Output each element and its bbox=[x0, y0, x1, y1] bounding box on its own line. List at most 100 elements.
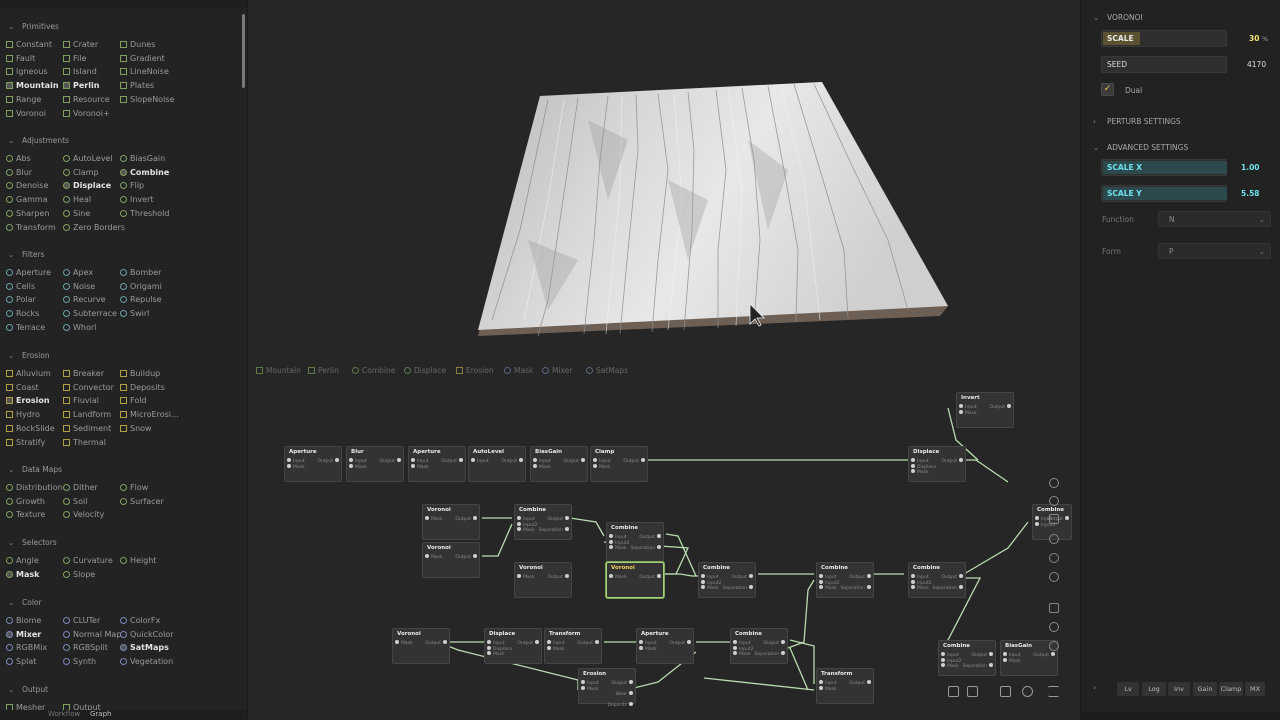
node-output-port[interactable]: Output bbox=[317, 458, 339, 464]
library-item[interactable]: File bbox=[63, 54, 86, 64]
library-item[interactable]: Polar bbox=[6, 295, 36, 305]
library-item[interactable]: Mountain bbox=[6, 81, 59, 91]
library-item[interactable]: SlopeNoise bbox=[120, 95, 174, 105]
graph-node[interactable]: Blur Input Mask Output bbox=[346, 446, 404, 482]
library-item[interactable]: RGBSplit bbox=[63, 643, 108, 653]
library-item[interactable]: Curvature bbox=[63, 556, 113, 566]
seed-value[interactable]: 4170 bbox=[1247, 60, 1266, 69]
node-output-port[interactable]: Output bbox=[517, 640, 539, 646]
graph-node[interactable]: BiasGain Input Mask Output bbox=[530, 446, 588, 482]
library-item[interactable]: Convector bbox=[63, 383, 114, 393]
scale-slider[interactable]: SCALE bbox=[1101, 30, 1227, 47]
node-properties-header[interactable]: ⌄ VORONOI bbox=[1093, 13, 1143, 22]
library-item[interactable]: Recurve bbox=[63, 295, 106, 305]
library-section-output[interactable]: ⌄ Output bbox=[8, 685, 48, 694]
node-input-port[interactable]: Mask bbox=[959, 409, 977, 416]
library-item[interactable]: Displace bbox=[63, 181, 111, 191]
graph-node[interactable]: Aperture Input Mask Output bbox=[408, 446, 466, 482]
library-item[interactable]: Distribution bbox=[6, 483, 63, 493]
graph-node[interactable]: Voronoi Mask Output bbox=[392, 628, 450, 664]
graph-node[interactable]: Combine Input Input2 Mask Output Separation bbox=[816, 562, 874, 598]
node-input-port[interactable]: Mask bbox=[395, 640, 413, 646]
node-input-port[interactable]: Mask bbox=[517, 527, 535, 533]
node-output-port[interactable]: Separation bbox=[631, 545, 661, 551]
graph-node[interactable]: Transform Input Mask Output bbox=[816, 668, 874, 704]
library-section-datamaps[interactable]: ⌄ Data Maps bbox=[8, 465, 62, 474]
graph-node[interactable]: Voronoi Mask Output bbox=[422, 504, 480, 540]
library-item[interactable]: Surfacer bbox=[120, 497, 164, 507]
export-icon[interactable] bbox=[1049, 514, 1059, 524]
library-item[interactable]: Cells bbox=[6, 282, 35, 292]
scale-y-value[interactable]: 5.58 bbox=[1241, 189, 1260, 198]
property-tab[interactable]: Log bbox=[1142, 682, 1166, 696]
node-output-port[interactable]: Output bbox=[731, 574, 753, 580]
library-item[interactable]: QuickColor bbox=[120, 630, 174, 640]
node-output-port[interactable]: Output bbox=[763, 640, 785, 646]
library-item[interactable]: Snow bbox=[120, 424, 152, 434]
library-item[interactable]: Range bbox=[6, 95, 41, 105]
library-item[interactable]: Height bbox=[120, 556, 156, 566]
library-item[interactable]: Sediment bbox=[63, 424, 111, 434]
property-tab[interactable]: MX bbox=[1245, 682, 1265, 696]
scale-value[interactable]: 30 bbox=[1249, 34, 1259, 43]
node-output-port[interactable]: Deposits bbox=[607, 702, 633, 708]
link-icon[interactable] bbox=[1049, 572, 1059, 582]
library-item[interactable]: RockSlide bbox=[6, 424, 55, 434]
graph-node[interactable]: Displace Input Displace Mask Output bbox=[908, 446, 966, 482]
library-item[interactable]: ColorFx bbox=[120, 616, 160, 626]
network-icon[interactable] bbox=[1022, 686, 1033, 697]
library-item[interactable]: Stratify bbox=[6, 438, 45, 448]
node-output-port[interactable]: Output bbox=[639, 574, 661, 580]
node-output-port[interactable]: Output bbox=[941, 574, 963, 580]
frame-icon[interactable] bbox=[948, 686, 959, 697]
node-output-port[interactable]: Output bbox=[547, 516, 569, 522]
expand-chevron-icon[interactable]: › bbox=[1093, 683, 1096, 692]
library-item[interactable]: Bomber bbox=[120, 268, 161, 278]
library-item[interactable]: Buildup bbox=[120, 369, 160, 379]
loop-icon[interactable] bbox=[1000, 686, 1011, 697]
library-item[interactable]: Dither bbox=[63, 483, 98, 493]
library-item[interactable]: RGBMix bbox=[6, 643, 47, 653]
property-tab[interactable]: Inv bbox=[1168, 682, 1190, 696]
library-item[interactable]: Voronoi bbox=[6, 109, 46, 119]
node-output-port[interactable]: Output bbox=[577, 640, 599, 646]
library-item[interactable]: Perlin bbox=[63, 81, 99, 91]
graph-node[interactable]: Combine Input Input2 Mask Output Separation bbox=[908, 562, 966, 598]
node-output-port[interactable]: Output bbox=[669, 640, 691, 646]
dual-checkbox[interactable]: ✓ bbox=[1101, 83, 1114, 96]
branch-icon[interactable] bbox=[1049, 641, 1059, 651]
library-item[interactable]: Flip bbox=[120, 181, 144, 191]
node-output-port[interactable]: Output bbox=[455, 516, 477, 522]
library-item[interactable]: Fold bbox=[120, 396, 147, 406]
graph-node[interactable]: Aperture Input Mask Output bbox=[284, 446, 342, 482]
viewport[interactable]: Mountain Perlin Combine Displace Erosion Mask… bbox=[248, 0, 1080, 720]
node-output-port[interactable]: Output bbox=[425, 640, 447, 646]
refresh-icon[interactable] bbox=[1049, 534, 1059, 544]
node-output-port[interactable]: Separation bbox=[539, 527, 569, 533]
library-item[interactable]: Crater bbox=[63, 40, 98, 50]
node-input-port[interactable]: Mask bbox=[609, 545, 627, 551]
node-output-port[interactable]: Output bbox=[379, 458, 401, 464]
library-item[interactable]: Flow bbox=[120, 483, 148, 493]
library-item[interactable]: Whorl bbox=[63, 323, 96, 333]
node-output-port[interactable]: Output bbox=[441, 458, 463, 464]
library-item[interactable]: Noise bbox=[63, 282, 95, 292]
library-item[interactable]: Zero Borders bbox=[63, 223, 125, 233]
form-select[interactable]: P ⌄ bbox=[1158, 243, 1271, 259]
advanced-settings-header[interactable]: ⌄ ADVANCED SETTINGS bbox=[1093, 143, 1188, 152]
library-item[interactable]: Invert bbox=[120, 195, 154, 205]
library-item[interactable]: Sharpen bbox=[6, 209, 49, 219]
library-item[interactable]: Combine bbox=[120, 168, 169, 178]
library-item[interactable]: Angle bbox=[6, 556, 39, 566]
library-section-filters[interactable]: ⌄ Filters bbox=[8, 250, 44, 259]
node-input-port[interactable]: Mask bbox=[1003, 657, 1021, 664]
library-item[interactable]: SatMaps bbox=[120, 643, 169, 653]
library-item[interactable]: Terrace bbox=[6, 323, 45, 333]
library-item[interactable]: Breaker bbox=[63, 369, 104, 379]
node-input-port[interactable]: Mask bbox=[609, 574, 627, 580]
node-input-port[interactable]: Mask bbox=[701, 585, 719, 591]
node-output-port[interactable]: Output bbox=[455, 554, 477, 560]
node-input-port[interactable]: Mask bbox=[349, 463, 367, 470]
node-input-port[interactable]: Mask bbox=[425, 516, 443, 522]
zoom-icon[interactable] bbox=[1049, 622, 1059, 632]
